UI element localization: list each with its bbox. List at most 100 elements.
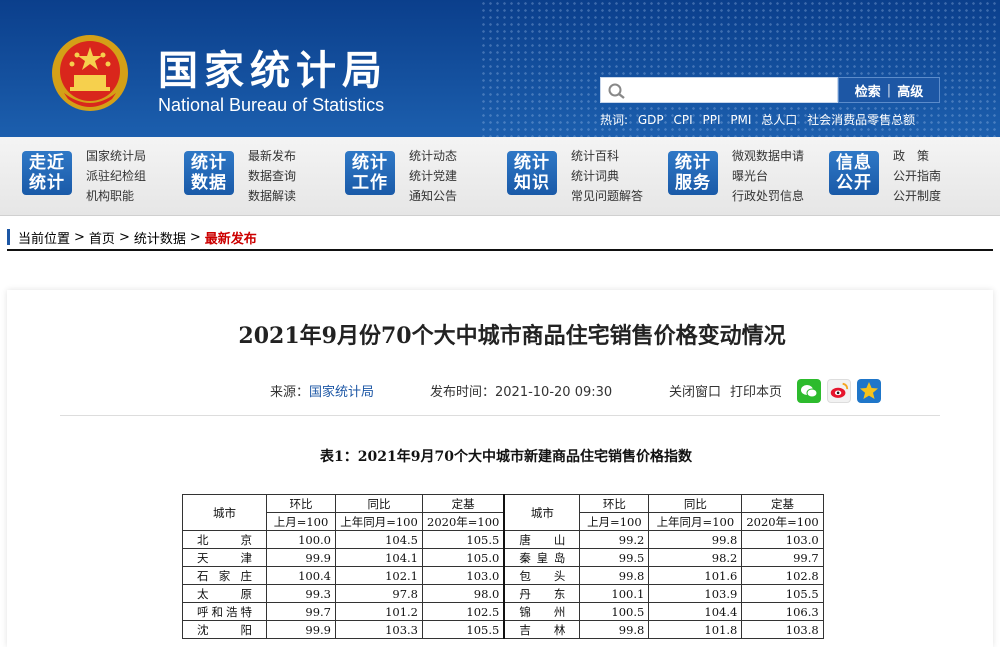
value-cell-hb: 99.8 xyxy=(579,566,650,585)
article-title: 2021年9月份70个大中城市商品住宅销售价格变动情况 xyxy=(238,323,786,349)
nav-link[interactable]: 统计党建 xyxy=(409,167,457,185)
nav-group-work: 统计 工作 统计动态统计党建通知公告 xyxy=(345,145,457,207)
nav-link[interactable]: 通知公告 xyxy=(409,187,457,205)
value-cell-dj: 102.8 xyxy=(741,566,824,585)
value-cell-dj: 105.5 xyxy=(741,584,824,603)
article-source: 来源：国家统计局 xyxy=(270,381,374,400)
table-header-row: 城市 环比 同比 定基 城市 环比 同比 定基 xyxy=(182,494,824,531)
breadcrumb-item[interactable]: 首页 xyxy=(89,228,115,247)
hot-words-label: 热词: xyxy=(600,113,629,127)
favorite-share-icon[interactable] xyxy=(857,379,881,403)
national-emblem-icon xyxy=(52,35,128,111)
hot-word[interactable]: GDP xyxy=(638,113,664,127)
nav-link[interactable]: 机构职能 xyxy=(86,187,146,205)
nav-badge[interactable]: 走近 统计 xyxy=(22,151,72,195)
nav-group-disclosure: 信息 公开 政 策公开指南公开制度 xyxy=(829,145,941,207)
value-cell-tb: 98.2 xyxy=(648,548,743,567)
nav-group-about: 走近 统计 国家统计局派驻纪检组机构职能 xyxy=(22,145,146,207)
close-window-button[interactable]: 关闭窗口 xyxy=(669,381,721,400)
nav-badge[interactable]: 统计 服务 xyxy=(668,151,718,195)
nav-badge[interactable]: 统计 数据 xyxy=(184,151,234,195)
nav-link[interactable]: 统计词典 xyxy=(571,167,643,185)
col-header-city: 城市 xyxy=(503,494,581,531)
nav-link[interactable]: 数据查询 xyxy=(248,167,296,185)
breadcrumb-current[interactable]: 最新发布 xyxy=(205,228,257,247)
city-cell: 包 头 xyxy=(503,566,581,585)
hot-word[interactable]: PMI xyxy=(730,113,751,127)
hot-word[interactable]: PPI xyxy=(702,113,720,127)
nav-link[interactable]: 统计百科 xyxy=(571,147,643,165)
nav-link[interactable]: 曝光台 xyxy=(732,167,804,185)
advanced-search-button[interactable]: 高级 xyxy=(897,81,923,100)
source-label: 来源： xyxy=(270,385,310,400)
value-cell-tb: 103.3 xyxy=(335,620,423,639)
subheader-dj: 2020年=100 xyxy=(422,512,505,531)
value-cell-dj: 99.7 xyxy=(741,548,824,567)
print-page-button[interactable]: 打印本页 xyxy=(730,381,782,400)
site-header: 国家统计局 National Bureau of Statistics 检索 |… xyxy=(0,0,1000,137)
breadcrumb-separator: > xyxy=(118,229,130,245)
value-cell-hb: 100.1 xyxy=(579,584,650,603)
table-title: 表1：2021年9月70个大中城市新建商品住宅销售价格指数 xyxy=(320,449,692,465)
table-row: 呼和浩特 99.7 101.2 102.5 锦 州 100.5 104.4 106.3 xyxy=(182,602,824,621)
breadcrumb-item[interactable]: 统计数据 xyxy=(134,228,186,247)
search-button[interactable]: 检索 xyxy=(855,81,881,100)
col-header-city: 城市 xyxy=(182,494,267,531)
city-cell: 丹 东 xyxy=(503,584,581,603)
city-cell: 石家庄 xyxy=(182,566,267,585)
breadcrumb-divider xyxy=(7,249,993,251)
hot-words: 热词: GDP CPI PPI PMI 总人口 社会消费品零售总额 xyxy=(600,111,921,128)
table-row: 天 津 99.9 104.1 105.0 秦皇岛 99.5 98.2 99.7 xyxy=(182,548,824,567)
breadcrumb-separator: > xyxy=(74,229,85,245)
nav-badge[interactable]: 信息 公开 xyxy=(829,151,879,195)
site-title-cn: 国家统计局 xyxy=(158,48,388,94)
main-nav: 走近 统计 国家统计局派驻纪检组机构职能 统计 数据 最新发布数据查询数据解读 统计… xyxy=(0,137,1000,216)
value-cell-tb: 101.2 xyxy=(335,602,423,621)
site-title-en: National Bureau of Statistics xyxy=(158,95,385,115)
nav-link[interactable]: 最新发布 xyxy=(248,147,296,165)
value-cell-hb: 100.0 xyxy=(266,530,336,549)
hot-word[interactable]: CPI xyxy=(673,113,692,127)
value-cell-tb: 102.1 xyxy=(335,566,423,585)
breadcrumb-separator: > xyxy=(189,229,201,245)
city-cell: 天 津 xyxy=(182,548,267,567)
nav-link[interactable]: 常见问题解答 xyxy=(571,187,643,205)
value-cell-dj: 105.5 xyxy=(422,530,505,549)
value-cell-hb: 99.9 xyxy=(266,548,336,567)
value-cell-tb: 97.8 xyxy=(335,584,423,603)
nav-link[interactable]: 派驻纪检组 xyxy=(86,167,146,185)
city-cell: 吉 林 xyxy=(503,620,581,639)
nav-badge[interactable]: 统计 工作 xyxy=(345,151,395,195)
nav-link[interactable]: 数据解读 xyxy=(248,187,296,205)
wechat-share-icon[interactable] xyxy=(797,379,821,403)
search-input[interactable] xyxy=(600,77,838,103)
article-time: 发布时间：2021-10-20 09:30 xyxy=(430,381,612,400)
city-cell: 锦 州 xyxy=(503,602,581,621)
nav-link[interactable]: 微观数据申请 xyxy=(732,147,804,165)
value-cell-hb: 99.3 xyxy=(266,584,336,603)
nav-badge[interactable]: 统计 知识 xyxy=(507,151,557,195)
table-row: 太 原 99.3 97.8 98.0 丹 东 100.1 103.9 105.5 xyxy=(182,584,824,603)
hot-word[interactable]: 社会消费品零售总额 xyxy=(807,113,915,127)
city-cell: 秦皇岛 xyxy=(503,548,581,567)
col-header-tb: 同比 xyxy=(335,494,423,513)
value-cell-tb: 104.1 xyxy=(335,548,423,567)
nav-link[interactable]: 政 策 xyxy=(893,147,941,165)
hot-word[interactable]: 总人口 xyxy=(761,113,797,127)
value-cell-hb: 99.9 xyxy=(266,620,336,639)
value-cell-hb: 99.5 xyxy=(579,548,650,567)
nav-link[interactable]: 国家统计局 xyxy=(86,147,146,165)
meta-divider xyxy=(60,415,940,416)
nav-link[interactable]: 行政处罚信息 xyxy=(732,187,804,205)
value-cell-tb: 101.8 xyxy=(648,620,743,639)
value-cell-hb: 99.2 xyxy=(579,530,650,549)
value-cell-dj: 102.5 xyxy=(422,602,505,621)
weibo-share-icon[interactable] xyxy=(827,379,851,403)
col-header-dj: 定基 xyxy=(422,494,505,513)
nav-link[interactable]: 公开指南 xyxy=(893,167,941,185)
search-buttons: 检索 | 高级 xyxy=(838,77,940,103)
price-index-table: 城市 环比 同比 定基 城市 环比 同比 定基 上月=100 上年同月=100 … xyxy=(182,494,824,639)
nav-link[interactable]: 公开制度 xyxy=(893,187,941,205)
nav-link[interactable]: 统计动态 xyxy=(409,147,457,165)
source-link[interactable]: 国家统计局 xyxy=(309,385,374,400)
